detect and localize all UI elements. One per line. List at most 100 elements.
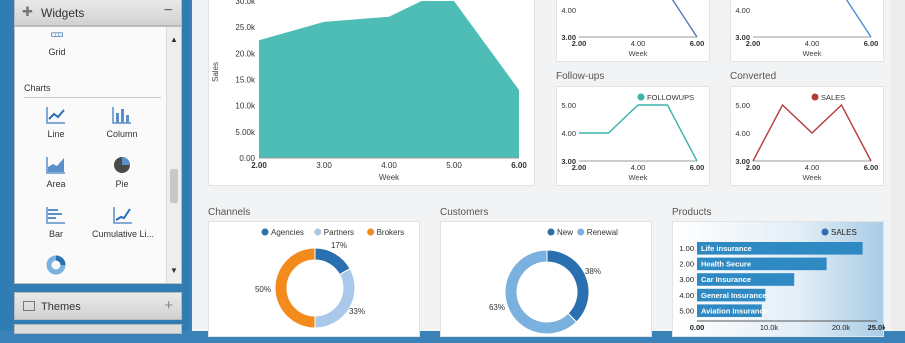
data-label: 38% [585, 267, 601, 276]
legend-label: Agencies [271, 228, 304, 237]
x-tick-label: 4.00 [631, 39, 646, 48]
legend-label: New [557, 228, 573, 237]
widget-cumulative-line[interactable]: Cumulative Li... [85, 205, 161, 239]
x-axis-label: Week [379, 173, 400, 182]
converted-title: Converted [730, 71, 777, 82]
converted-card[interactable]: 3.00 4.00 5.00 2.00 4.00 6.00 Week SALES [730, 86, 884, 186]
line-series [671, 0, 698, 38]
follow-ups-card[interactable]: 3.00 4.00 5.00 2.00 4.00 6.00 Week FOLLOWUPS [556, 86, 710, 186]
widget-line[interactable]: Line [26, 105, 86, 139]
sales-area-chart: 0.005.00k10.0k15.0k20.0k25.0k30.0k2.00 3.… [211, 0, 527, 182]
pie-slice [274, 247, 316, 329]
puzzle-icon: ✚ [22, 4, 33, 19]
widget-bar[interactable]: Bar [26, 205, 86, 239]
y-tick-label: 10.0k [235, 102, 256, 111]
bar-label: Car Insurance [701, 275, 751, 284]
area-series [259, 1, 519, 158]
y-tick-label: 4.00 [679, 291, 694, 300]
channels-card[interactable]: 17% 33% 50% Agencies Partners Brokers [208, 221, 420, 337]
pie-slice [314, 268, 356, 329]
line-series [845, 0, 872, 38]
x-tick-label: 4.00 [805, 163, 820, 172]
dashboard-canvas: 0.00 5.00k 10.0k 15.0k 20.0k 25.0k 30.0k 2.00 3.… [192, 0, 905, 337]
x-tick-label: 3.00 [316, 161, 332, 170]
widget-grid[interactable]: Grid [27, 31, 87, 57]
bar-label: General Insurance [701, 291, 766, 300]
widget-label: Grid [48, 47, 66, 57]
bar-label: Aviation Insurance [701, 306, 768, 315]
pie-slice [314, 247, 351, 276]
legend-marker [811, 93, 819, 101]
y-tick-label: 5.00k [235, 128, 256, 137]
cumulative-line-icon [113, 207, 132, 224]
line-series [752, 103, 872, 162]
widget-label: Area [46, 179, 66, 189]
bar-label: Life insurance [701, 244, 752, 253]
panel-header[interactable] [14, 324, 182, 334]
products-bar-chart: SALES Life insurance 1.00 Health Secure 2.00… [679, 228, 887, 332]
expand-icon[interactable]: + [164, 297, 173, 314]
legend-label: SALES [821, 93, 845, 102]
products-title: Products [672, 207, 712, 218]
legend-marker [577, 228, 585, 236]
legend-marker [637, 93, 645, 101]
widget-area[interactable]: Area [26, 155, 86, 189]
widget-column[interactable]: Column [92, 105, 152, 139]
sales-area-card[interactable]: 0.00 5.00k 10.0k 15.0k 20.0k 25.0k 30.0k 2.00 3.… [208, 0, 535, 186]
x-tick-label: 6.00 [864, 163, 879, 172]
products-card[interactable]: SALES Life insurance 1.00 Health Secure 2.00… [672, 221, 887, 337]
customers-card[interactable]: 38% 63% New Renewal [440, 221, 652, 337]
grid-icon [51, 32, 63, 37]
line-chart-icon [46, 107, 65, 124]
x-tick-label: 6.00 [690, 163, 705, 172]
widget-label: Column [106, 129, 138, 139]
x-tick-label: 2.00 [572, 163, 587, 172]
x-axis-label: Week [628, 173, 647, 182]
charts-section-label: Charts [24, 83, 51, 93]
pie-chart-icon [114, 157, 130, 173]
y-tick-label: 25.0k [235, 23, 256, 32]
bar-label: Health Secure [701, 260, 751, 269]
collapse-icon[interactable]: − [164, 2, 173, 20]
y-tick-label: 2.00 [679, 260, 694, 269]
chart-card[interactable]: 3.00 4.00 2.00 4.00 6.00 Week [730, 0, 884, 62]
x-tick-label: 6.00 [864, 39, 879, 48]
widgets-panel-header[interactable]: ✚ Widgets − [14, 0, 182, 26]
customers-title: Customers [440, 207, 489, 218]
canvas-scrollbar[interactable] [891, 0, 905, 331]
legend-label: SALES [831, 228, 857, 237]
chart-card[interactable]: 3.00 4.00 2.00 4.00 6.00 Week [556, 0, 710, 62]
legend-label: FOLLOWUPS [647, 93, 694, 102]
y-tick-label: 5.00 [561, 101, 576, 110]
line-series [579, 104, 698, 162]
divider [24, 97, 161, 98]
x-tick-label: 6.00 [690, 39, 705, 48]
x-tick-label: 6.00 [511, 161, 527, 170]
channels-donut-chart: 17% 33% 50% Agencies Partners Brokers [255, 228, 404, 329]
legend-label: Renewal [587, 228, 618, 237]
area-chart-icon [46, 157, 65, 174]
widget-donut[interactable] [26, 255, 86, 279]
x-axis-label: Week [802, 49, 821, 58]
scroll-down-icon[interactable]: ▼ [170, 266, 178, 275]
legend-marker [547, 228, 555, 236]
widget-pie[interactable]: Pie [92, 155, 152, 189]
customers-donut-chart: 38% 63% New Renewal [489, 228, 618, 335]
themes-title: Themes [41, 301, 81, 313]
legend-label: Partners [324, 228, 354, 237]
widget-label: Pie [115, 179, 129, 189]
y-tick-label: 4.00 [561, 129, 576, 138]
y-tick-label: 30.0k [235, 0, 256, 6]
scroll-up-icon[interactable]: ▲ [170, 35, 178, 44]
bar-chart-icon [46, 207, 65, 224]
themes-panel-header[interactable]: Themes + [14, 292, 182, 320]
x-tick-label: 4.00 [805, 39, 820, 48]
donut-chart-icon [46, 255, 66, 275]
y-tick-label: 3.00 [679, 275, 694, 284]
x-tick-label: 2.00 [251, 161, 267, 170]
scrollbar-thumb[interactable] [170, 169, 178, 203]
follow-ups-title: Follow-ups [556, 71, 605, 82]
widgets-title: Widgets [41, 6, 85, 20]
widgets-scrollbar[interactable]: ▲ ▼ [166, 27, 181, 283]
sidebar: ✚ Widgets − Grid Charts Line Column Area… [0, 0, 190, 334]
